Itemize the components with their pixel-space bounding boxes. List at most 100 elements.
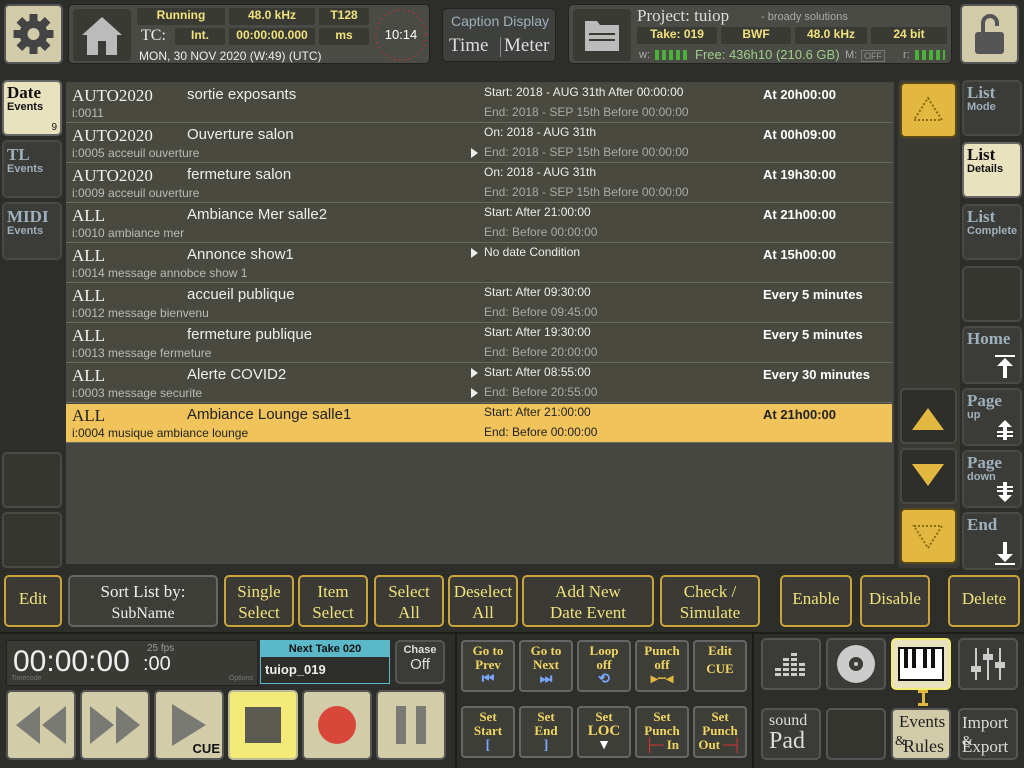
set-punch-in-button[interactable]: Set Punch ├─ In: [635, 706, 689, 758]
set-loc-button[interactable]: Set LOC ▼: [577, 706, 631, 758]
project-folder-button[interactable]: [573, 9, 631, 61]
home-button[interactable]: [73, 9, 131, 61]
tc-label: TC:: [141, 27, 166, 44]
table-row[interactable]: ALL Alerte COVID2 i:0003 message securite S…: [66, 364, 892, 403]
timecode-display: 00:00:00 :00 25 fps Timecode Options: [6, 640, 258, 686]
home-icon: [82, 17, 122, 55]
right-empty-slot[interactable]: [962, 266, 1022, 322]
keyboard-button[interactable]: [891, 638, 951, 690]
double-down-arrow-icon: [912, 525, 944, 550]
disc-button[interactable]: [826, 638, 886, 690]
timecode-value: 00:00:00: [13, 645, 130, 678]
deselect-all-button[interactable]: Deselect All: [448, 575, 518, 627]
ms-unit: ms: [319, 28, 369, 45]
page-up-icon: [997, 420, 1013, 440]
set-punch-out-button[interactable]: Set Punch Out ─┤: [693, 706, 747, 758]
go-to-prev-button[interactable]: Go to Prev ⏮: [461, 640, 515, 692]
row-name: Ambiance Lounge salle1: [187, 406, 352, 423]
enable-button[interactable]: Enable: [780, 575, 852, 627]
tc-mode: Int.: [175, 28, 225, 45]
next-take-panel[interactable]: Next Take 020 tuiop_019: [260, 640, 390, 684]
edit-button[interactable]: Edit: [4, 575, 62, 627]
table-row[interactable]: AUTO2020 Ouverture salon i:0005 acceuil ou…: [66, 124, 892, 163]
single-select-button[interactable]: Single Select: [224, 575, 294, 627]
select-all-button[interactable]: Select All: [374, 575, 444, 627]
event-list[interactable]: AUTO2020 sortie exposants i:0011 Start: 201…: [66, 82, 894, 564]
set-end-button[interactable]: Set End]: [519, 706, 573, 758]
row-group: ALL: [72, 286, 106, 305]
disable-button[interactable]: Disable: [860, 575, 930, 627]
meter-button[interactable]: Meter: [504, 35, 549, 57]
settings-button[interactable]: [4, 4, 63, 64]
edit-cue-button[interactable]: Edit CUE: [693, 640, 747, 692]
events-rules-button[interactable]: Events & Rules: [891, 708, 951, 760]
date-readout: MON, 30 NOV 2020 (W:49) (UTC): [139, 49, 322, 63]
row-name: fermeture salon: [187, 166, 292, 183]
check-simulate-button[interactable]: Check / Simulate: [660, 575, 760, 627]
tab-midi-events[interactable]: MIDI Events: [2, 202, 62, 260]
row-end-condition: End: 2018 - SEP 15th Before 00:00:00: [484, 185, 689, 199]
fast-forward-button[interactable]: [80, 690, 150, 760]
w-meter: [655, 50, 689, 60]
row-group: AUTO2020: [72, 166, 153, 185]
options-label[interactable]: Options: [229, 675, 253, 682]
row-trigger-time: At 00h09:00: [763, 127, 836, 142]
home-list-button[interactable]: Home: [962, 326, 1022, 384]
row-end-condition: End: Before 20:00:00: [484, 345, 598, 359]
table-row[interactable]: ALL fermeture publique i:0013 message ferm…: [66, 324, 892, 363]
scroll-top-button[interactable]: [900, 82, 957, 138]
list-complete-button[interactable]: List Complete: [962, 204, 1022, 260]
row-start-condition: No date Condition: [484, 245, 581, 259]
table-row[interactable]: ALL Ambiance Mer salle2 i:0010 ambiance me…: [66, 204, 892, 243]
punch-off-button[interactable]: Punch off ▸┄◂: [635, 640, 689, 692]
loop-off-button[interactable]: Loop off ⟲: [577, 640, 631, 692]
row-id: i:0010 ambiance mer: [72, 226, 185, 240]
item-select-button[interactable]: Item Select: [298, 575, 368, 627]
go-to-next-button[interactable]: Go to Next ⏭: [519, 640, 573, 692]
row-end-condition: End: 2018 - SEP 15th Before 00:00:00: [484, 145, 689, 159]
page-up-button[interactable]: Page up: [962, 388, 1022, 446]
tc-rate: T128: [319, 8, 369, 25]
row-trigger-time: Every 30 minutes: [763, 367, 870, 382]
list-details-button[interactable]: List Details: [962, 142, 1022, 198]
import-export-button[interactable]: Import & Export: [958, 708, 1018, 760]
time-button[interactable]: Time: [449, 35, 488, 57]
tab-date-events[interactable]: Date Events 9: [2, 80, 62, 136]
set-start-button[interactable]: Set Start[: [461, 706, 515, 758]
meters-button[interactable]: [761, 638, 821, 690]
scroll-up-button[interactable]: [900, 388, 957, 444]
table-row[interactable]: ALL accueil publique i:0012 message bienve…: [66, 284, 892, 323]
chase-button[interactable]: Chase Off: [395, 640, 445, 684]
left-empty-slot-2[interactable]: [2, 512, 62, 568]
lock-button[interactable]: [960, 4, 1019, 64]
list-mode-button[interactable]: List Mode: [962, 80, 1022, 136]
pause-button[interactable]: [376, 690, 446, 760]
mixer-button[interactable]: [958, 638, 1018, 690]
row-name: fermeture publique: [187, 326, 313, 343]
row-start-condition: Start: After 09:30:00: [484, 285, 591, 299]
end-list-button[interactable]: End: [962, 512, 1022, 570]
play-marker-icon: [471, 248, 478, 258]
caption-display-panel[interactable]: Caption Display Time Meter: [442, 8, 556, 62]
scroll-down-button[interactable]: [900, 448, 957, 504]
table-row[interactable]: AUTO2020 sortie exposants i:0011 Start: 201…: [66, 84, 892, 123]
tab-tl-events[interactable]: TL Events: [2, 140, 62, 198]
empty-right-slot[interactable]: [826, 708, 886, 760]
delete-button[interactable]: Delete: [948, 575, 1020, 627]
play-cue-button[interactable]: CUE: [154, 690, 224, 760]
table-row[interactable]: AUTO2020 fermeture salon i:0009 acceuil ou…: [66, 164, 892, 203]
row-name: accueil publique: [187, 286, 295, 303]
stop-button[interactable]: [228, 690, 298, 760]
row-id: i:0011: [72, 106, 104, 120]
record-button[interactable]: [302, 690, 372, 760]
left-empty-slot-1[interactable]: [2, 452, 62, 508]
table-row[interactable]: ALL Ambiance Lounge salle1 i:0004 musique …: [66, 404, 892, 443]
scroll-bottom-button[interactable]: [900, 508, 957, 564]
folder-icon: [585, 21, 619, 51]
rewind-button[interactable]: [6, 690, 76, 760]
sound-pad-button[interactable]: sound Pad: [761, 708, 821, 760]
page-down-button[interactable]: Page down: [962, 450, 1022, 508]
add-new-date-event-button[interactable]: Add New Date Event: [522, 575, 654, 627]
sort-list-button[interactable]: Sort List by: SubName: [68, 575, 218, 627]
table-row[interactable]: ALL Annonce show1 i:0014 message annobce s…: [66, 244, 892, 283]
